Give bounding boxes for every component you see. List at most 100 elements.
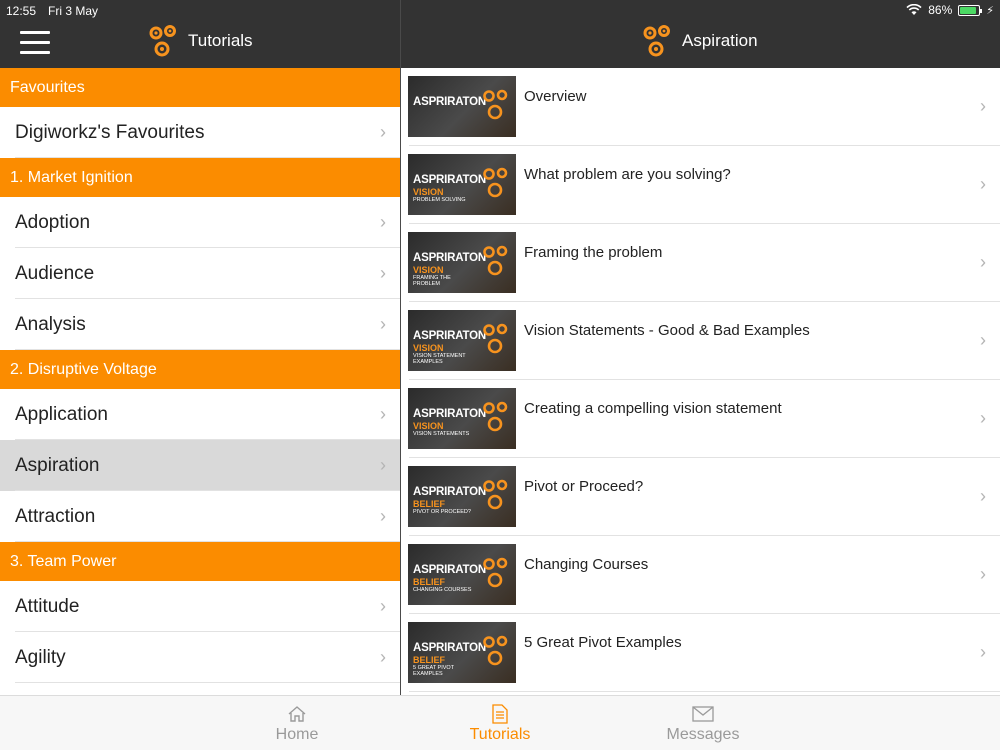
thumbnail-tag: BELIEF [413,655,446,665]
category-row[interactable]: Analysis › [0,299,400,350]
video-title: What problem are you solving? [524,166,731,183]
video-list: ASPRIRATON Overview › ASPRIRATON VISION PROBL… [401,68,1000,695]
category-row[interactable]: Attraction › [0,491,400,542]
right-nav-title: Aspiration [640,22,758,60]
video-thumbnail: ASPRIRATON [408,76,516,137]
tab-messages-label: Messages [666,726,740,743]
hamburger-icon [20,31,50,34]
gears-icon [483,401,508,432]
section-header: Favourites [0,68,400,107]
thumbnail-tag: BELIEF [413,499,446,509]
thumbnail-brand: ASPRIRATON [413,642,486,654]
tab-home-label: Home [275,726,319,743]
video-thumbnail: ASPRIRATON VISION VISION STATEMENT EXAMPLE… [408,310,516,371]
gears-icon [483,89,508,120]
video-title: Vision Statements - Good & Bad Examples [524,322,810,339]
gears-icon [483,323,508,354]
chevron-right-icon: › [380,647,386,667]
charging-icon: ⚡︎ [986,4,994,17]
gears-icon [643,25,670,57]
chevron-right-icon: › [380,404,386,424]
category-label: Aspiration [15,455,100,476]
thumbnail-subtitle: CHANGING COURSES [413,587,472,593]
video-title: Framing the problem [524,244,663,261]
chevron-right-icon: › [980,96,986,116]
chevron-right-icon: › [380,455,386,475]
video-row[interactable]: ASPRIRATON VISION FRAMING THE PROBLEM Frami… [401,224,1000,302]
thumbnail-subtitle: 5 GREAT PIVOT EXAMPLES [413,665,454,677]
thumbnail-brand: ASPRIRATON [413,96,486,108]
video-title: Changing Courses [524,556,649,573]
tab-home[interactable]: Home [237,702,357,744]
status-right: 86% ⚡︎ [906,3,994,17]
tab-messages[interactable]: Messages [643,702,763,744]
video-row[interactable]: ASPRIRATON VISION VISION STATEMENT EXAMPLE… [401,302,1000,380]
thumbnail-brand: ASPRIRATON [413,174,486,186]
video-row[interactable]: ASPRIRATON Overview › [401,68,1000,146]
gears-icon [483,557,508,588]
chevron-right-icon: › [980,564,986,584]
tab-tutorials-label: Tutorials [469,726,531,743]
video-thumbnail: ASPRIRATON VISION PROBLEM SOLVING [408,154,516,215]
left-header-title: Tutorials [188,31,253,50]
left-nav-title: Tutorials [146,22,253,60]
thumbnail-brand: ASPRIRATON [413,330,486,342]
video-row[interactable]: ASPRIRATON BELIEF 5 GREAT PIVOT EXAMPLES 5 … [401,614,1000,692]
category-row[interactable]: Aspiration › [0,440,400,491]
category-row[interactable]: Application › [0,389,400,440]
video-title: 5 Great Pivot Examples [524,634,682,651]
category-label: Audience [15,263,95,284]
video-thumbnail: ASPRIRATON BELIEF CHANGING COURSES [408,544,516,605]
video-thumbnail: ASPRIRATON VISION FRAMING THE PROBLEM [408,232,516,293]
chevron-right-icon: › [380,506,386,526]
tab-tutorials[interactable]: Tutorials [440,702,560,744]
chevron-right-icon: › [980,642,986,662]
envelope-icon [692,706,714,722]
video-row[interactable]: ASPRIRATON VISION PROBLEM SOLVING What prob… [401,146,1000,224]
chevron-right-icon: › [980,174,986,194]
thumbnail-tag: VISION [413,421,444,431]
thumbnail-subtitle: FRAMING THE PROBLEM [413,275,451,287]
chevron-right-icon: › [980,330,986,350]
status-date: Fri 3 May [48,4,99,18]
chevron-right-icon: › [980,408,986,428]
video-thumbnail: ASPRIRATON VISION VISION STATEMENTS [408,388,516,449]
category-row[interactable]: Adoption › [0,197,400,248]
video-row[interactable]: ASPRIRATON BELIEF PIVOT OR PROCEED? Pivot o… [401,458,1000,536]
menu-button[interactable] [20,31,50,55]
category-row[interactable]: Attitude › [0,581,400,632]
chevron-right-icon: › [380,314,386,334]
video-row[interactable]: ASPRIRATON BELIEF CHANGING COURSES Changing… [401,536,1000,614]
wifi-icon [906,4,922,15]
gears-icon [483,635,508,666]
category-label: Attraction [15,506,96,527]
category-label: Agility [15,647,66,668]
category-label: Digiworkz's Favourites [15,122,205,143]
thumbnail-brand: ASPRIRATON [413,564,486,576]
status-time: 12:55 [6,4,37,18]
thumbnail-subtitle: VISION STATEMENT EXAMPLES [413,353,466,365]
section-header: 1. Market Ignition [0,158,400,197]
category-list: Favourites Digiworkz's Favourites › 1. Mark… [0,68,400,695]
category-row[interactable]: Audience › [0,248,400,299]
status-bar: 12:55 Fri 3 May 86% ⚡︎ [0,0,1000,20]
thumbnail-brand: ASPRIRATON [413,252,486,264]
gears-icon [483,479,508,510]
chevron-right-icon: › [380,263,386,283]
right-header-title: Aspiration [682,31,758,50]
chevron-right-icon: › [380,212,386,232]
section-header: 3. Team Power [0,542,400,581]
category-row[interactable]: Digiworkz's Favourites › [0,107,400,158]
chevron-right-icon: › [380,596,386,616]
gears-icon [483,245,508,276]
gears-icon [483,167,508,198]
video-row[interactable]: ASPRIRATON VISION VISION STATEMENTS Creatin… [401,380,1000,458]
chevron-right-icon: › [380,122,386,142]
battery-icon [958,4,983,16]
section-header: 2. Disruptive Voltage [0,350,400,389]
video-title: Pivot or Proceed? [524,478,644,495]
gears-icon [149,25,176,57]
category-row[interactable]: Agility › [0,632,400,683]
category-label: Analysis [15,314,86,335]
category-label: Adoption [15,212,91,233]
